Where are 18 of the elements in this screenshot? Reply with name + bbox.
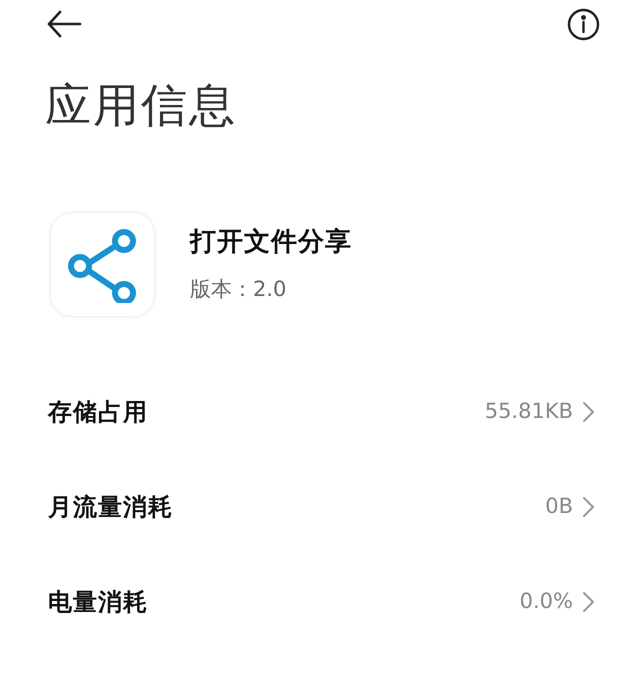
chevron-icon: [583, 496, 594, 516]
settings-row[interactable]: 电量消耗 0.0%: [0, 554, 640, 649]
row-label: 月流量消耗: [48, 492, 173, 522]
chevron-icon: [583, 402, 594, 422]
row-value: 55.81KB: [484, 398, 573, 425]
app-version: 版本：2.0: [190, 276, 286, 304]
settings-row[interactable]: 月流量消耗 0B: [0, 459, 640, 554]
row-label: 存储占用: [48, 396, 148, 428]
back-arrow-icon[interactable]: [46, 10, 82, 38]
row-value: 0B: [545, 492, 573, 520]
app-icon: [50, 212, 155, 317]
row-label: 电量消耗: [48, 586, 148, 618]
page-title: 应用信息: [45, 82, 237, 128]
app-name: 打开文件分享: [190, 226, 352, 260]
row-value: 0.0%: [520, 588, 573, 615]
settings-row[interactable]: 存储占用 55.81KB: [0, 364, 640, 459]
info-icon[interactable]: [567, 8, 600, 40]
chevron-icon: [583, 592, 594, 612]
